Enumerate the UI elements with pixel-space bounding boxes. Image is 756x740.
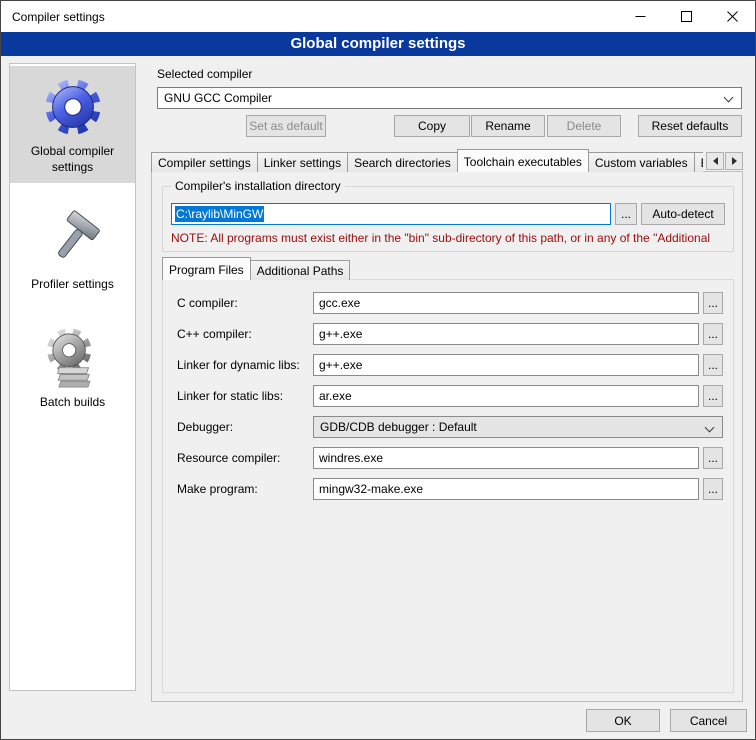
ok-button[interactable]: OK xyxy=(586,709,660,732)
compiler-buttons-row: Set as default Copy Rename Delete Reset … xyxy=(157,115,742,137)
program-files-panel: C compiler: gcc.exe ... C++ compiler: g+… xyxy=(162,279,734,693)
close-icon xyxy=(727,11,738,22)
debugger-row: Debugger: GDB/CDB debugger : Default xyxy=(169,416,727,438)
copy-button[interactable]: Copy xyxy=(394,115,470,137)
arrow-right-icon xyxy=(732,157,737,165)
resource-compiler-row: Resource compiler: windres.exe ... xyxy=(169,447,727,469)
installation-note: NOTE: All programs must exist either in … xyxy=(171,231,731,245)
subtab-program-files[interactable]: Program Files xyxy=(162,257,251,280)
resource-compiler-input[interactable]: windres.exe xyxy=(313,447,699,469)
compiler-settings-dialog: Compiler settings Global compiler settin… xyxy=(0,0,756,740)
c-compiler-row: C compiler: gcc.exe ... xyxy=(169,292,727,314)
sidebar-item-batch-builds[interactable]: Batch builds xyxy=(10,317,135,419)
titlebar[interactable]: Compiler settings xyxy=(1,1,755,32)
debugger-select-value: GDB/CDB debugger : Default xyxy=(320,420,477,434)
tabs-scroll-area: Compiler settings Linker settings Search… xyxy=(151,149,703,172)
installation-directory-value: C:\raylib\MinGW xyxy=(175,206,264,222)
sidebar-item-label: Profiler settings xyxy=(12,277,133,293)
static-linker-input[interactable]: ar.exe xyxy=(313,385,699,407)
reset-defaults-button[interactable]: Reset defaults xyxy=(638,115,742,137)
compiler-select-value: GNU GCC Compiler xyxy=(164,91,272,105)
gear-blue-icon xyxy=(42,76,104,138)
resource-compiler-label: Resource compiler: xyxy=(177,451,280,465)
compiler-select[interactable]: GNU GCC Compiler xyxy=(157,87,742,109)
dynamic-linker-browse-button[interactable]: ... xyxy=(703,354,723,376)
rename-button[interactable]: Rename xyxy=(471,115,545,137)
settings-tabstrip: Compiler settings Linker settings Search… xyxy=(151,149,743,172)
delete-button[interactable]: Delete xyxy=(547,115,621,137)
subtab-additional-paths[interactable]: Additional Paths xyxy=(250,260,351,280)
chevron-down-icon xyxy=(724,93,734,103)
tab-scroll-right-button[interactable] xyxy=(725,152,743,170)
installation-directory-input[interactable]: C:\raylib\MinGW xyxy=(171,203,611,225)
minimize-button[interactable] xyxy=(617,1,663,32)
main-panel: Selected compiler GNU GCC Compiler Set a… xyxy=(147,61,747,709)
debugger-select[interactable]: GDB/CDB debugger : Default xyxy=(313,416,723,438)
sidebar-item-global-compiler-settings[interactable]: Global compiler settings xyxy=(10,66,135,183)
installation-directory-label: Compiler's installation directory xyxy=(171,179,345,193)
browse-directory-button[interactable]: ... xyxy=(615,203,637,225)
dynamic-linker-label: Linker for dynamic libs: xyxy=(177,358,300,372)
sidebar-item-profiler-settings[interactable]: Profiler settings xyxy=(10,199,135,301)
tab-scroll-buttons xyxy=(706,152,743,170)
auto-detect-button[interactable]: Auto-detect xyxy=(641,203,725,225)
cpp-compiler-input[interactable]: g++.exe xyxy=(313,323,699,345)
make-program-row: Make program: mingw32-make.exe ... xyxy=(169,478,727,500)
make-program-browse-button[interactable]: ... xyxy=(703,478,723,500)
cancel-button[interactable]: Cancel xyxy=(670,709,747,732)
selected-compiler-label: Selected compiler xyxy=(157,67,252,81)
dynamic-linker-row: Linker for dynamic libs: g++.exe ... xyxy=(169,354,727,376)
static-linker-browse-button[interactable]: ... xyxy=(703,385,723,407)
tab-compiler-settings[interactable]: Compiler settings xyxy=(151,152,258,172)
cpp-compiler-row: C++ compiler: g++.exe ... xyxy=(169,323,727,345)
minimize-icon xyxy=(635,11,646,22)
make-program-input[interactable]: mingw32-make.exe xyxy=(313,478,699,500)
chevron-down-icon xyxy=(705,423,715,433)
tab-scroll-left-button[interactable] xyxy=(706,152,724,170)
tab-custom-variables[interactable]: Custom variables xyxy=(588,152,695,172)
dynamic-linker-input[interactable]: g++.exe xyxy=(313,354,699,376)
c-compiler-input[interactable]: gcc.exe xyxy=(313,292,699,314)
arrow-left-icon xyxy=(713,157,718,165)
static-linker-label: Linker for static libs: xyxy=(177,389,283,403)
tab-search-directories[interactable]: Search directories xyxy=(347,152,458,172)
settings-category-list: Global compiler settings Profiler settin… xyxy=(9,63,136,691)
close-button[interactable] xyxy=(709,1,755,32)
tab-build-options[interactable]: Builc xyxy=(694,152,703,172)
c-compiler-browse-button[interactable]: ... xyxy=(703,292,723,314)
sidebar-item-label: Batch builds xyxy=(12,395,133,411)
sidebar-item-label: Global compiler settings xyxy=(12,144,133,175)
tab-toolchain-executables[interactable]: Toolchain executables xyxy=(457,149,589,172)
maximize-icon xyxy=(681,11,692,22)
static-linker-row: Linker for static libs: ar.exe ... xyxy=(169,385,727,407)
installation-directory-row: C:\raylib\MinGW ... Auto-detect xyxy=(171,203,725,225)
toolchain-executables-panel: Compiler's installation directory C:\ray… xyxy=(151,171,743,702)
window-controls xyxy=(617,1,755,32)
debugger-label: Debugger: xyxy=(177,420,233,434)
program-files-tabstrip: Program Files Additional Paths xyxy=(162,258,349,280)
window-title: Compiler settings xyxy=(1,10,105,24)
hammer-icon xyxy=(42,209,104,271)
resource-compiler-browse-button[interactable]: ... xyxy=(703,447,723,469)
make-program-label: Make program: xyxy=(177,482,258,496)
installation-directory-group: Compiler's installation directory C:\ray… xyxy=(162,186,734,252)
set-as-default-button[interactable]: Set as default xyxy=(246,115,326,137)
c-compiler-label: C compiler: xyxy=(177,296,238,310)
gear-gray-icon xyxy=(42,327,104,389)
maximize-button[interactable] xyxy=(663,1,709,32)
cpp-compiler-browse-button[interactable]: ... xyxy=(703,323,723,345)
tab-linker-settings[interactable]: Linker settings xyxy=(257,152,348,172)
cpp-compiler-label: C++ compiler: xyxy=(177,327,252,341)
page-title: Global compiler settings xyxy=(1,32,755,56)
